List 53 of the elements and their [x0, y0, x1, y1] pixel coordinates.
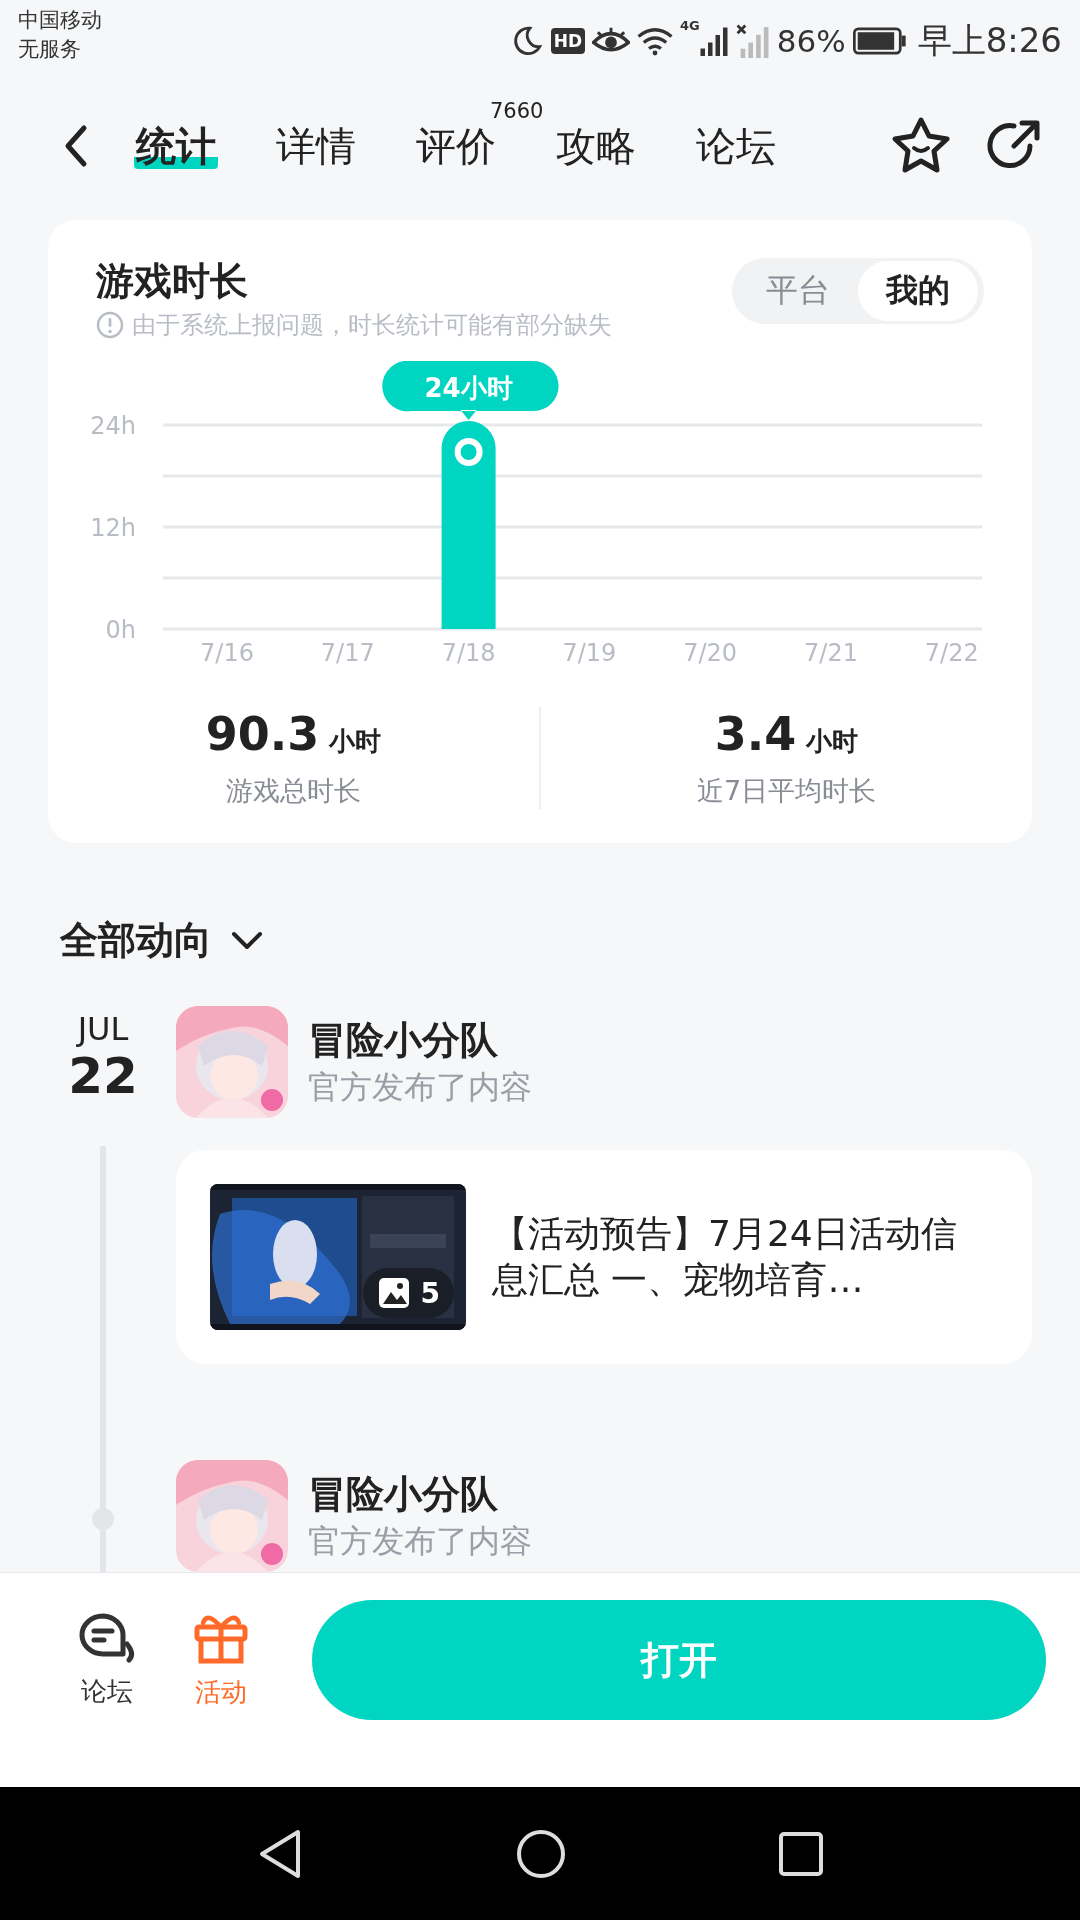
author-name[interactable]: 冒险小分队 — [308, 1468, 532, 1520]
date-day: 22 — [38, 1047, 138, 1106]
stat-label: 游戏总时长 — [226, 774, 361, 808]
axis-label: 7/20 — [683, 639, 738, 667]
clock: 早上8:26 — [917, 19, 1062, 62]
nav-tab[interactable]: 攻略 — [554, 122, 638, 169]
axis-label: 7/21 — [804, 639, 858, 667]
notice-text: 由于系统上报问题，时长统计可能有部分缺失 — [132, 310, 612, 341]
nav-tab[interactable]: 论坛 — [694, 122, 778, 169]
post-action: 官方发布了内容 — [308, 1520, 532, 1562]
axis-label: 7/17 — [320, 639, 375, 667]
nav-tab[interactable]: 统计 — [134, 122, 218, 169]
battery-icon — [852, 27, 907, 55]
point-marker — [454, 438, 483, 466]
stat-value: 90.3 — [205, 707, 320, 761]
chat-icon — [77, 1611, 137, 1664]
axis-label: 7/19 — [562, 639, 617, 667]
stat-unit: 小时 — [329, 725, 382, 758]
info-icon — [96, 311, 124, 339]
post-card[interactable]: 5 【活动预告】7月24日活动信息汇总 一、宠物培育… — [176, 1150, 1032, 1364]
home-icon[interactable] — [515, 1827, 567, 1880]
author-name[interactable]: 冒险小分队 — [308, 1014, 532, 1066]
signal-icon — [698, 26, 729, 56]
axis-label: 7/16 — [200, 639, 254, 667]
axis-label: 7/18 — [441, 639, 496, 667]
axis-label: 0h — [105, 616, 136, 644]
filter-dropdown[interactable]: 全部动向 — [60, 915, 264, 966]
image-icon — [376, 1276, 411, 1310]
network-type: 4G — [680, 18, 700, 33]
review-count: 7660 — [490, 98, 544, 123]
nav-tab[interactable]: 详情 — [274, 122, 358, 169]
stat-unit: 小时 — [806, 725, 859, 758]
service-status: 无服务 — [18, 36, 82, 63]
date-month: JUL — [75, 1012, 129, 1048]
stat-value: 3.4 — [714, 707, 797, 761]
wifi-icon — [637, 26, 673, 56]
card-title: 游戏时长 — [96, 258, 249, 305]
segment-option[interactable]: 我的 — [858, 261, 978, 321]
no-signal-icon — [735, 24, 770, 58]
bottom-tab[interactable]: 论坛 — [50, 1611, 164, 1709]
axis-label: 24h — [90, 412, 136, 440]
hd-badge: HD — [550, 28, 585, 54]
stat-label: 近7日平均时长 — [696, 774, 877, 808]
carrier-name: 中国移动 — [18, 7, 102, 34]
battery-percent: 86% — [776, 23, 846, 59]
axis-label: 12h — [90, 514, 136, 542]
axis-label: 7/22 — [924, 639, 979, 667]
post-title: 【活动预告】7月24日活动信息汇总 一、宠物培育… — [492, 1212, 958, 1302]
post-action: 官方发布了内容 — [308, 1066, 532, 1108]
recents-icon[interactable] — [778, 1830, 825, 1877]
chevron-down-icon — [230, 929, 264, 952]
tooltip-text: 24小时 — [424, 373, 513, 403]
nav-tab[interactable]: 评价 — [414, 122, 498, 169]
